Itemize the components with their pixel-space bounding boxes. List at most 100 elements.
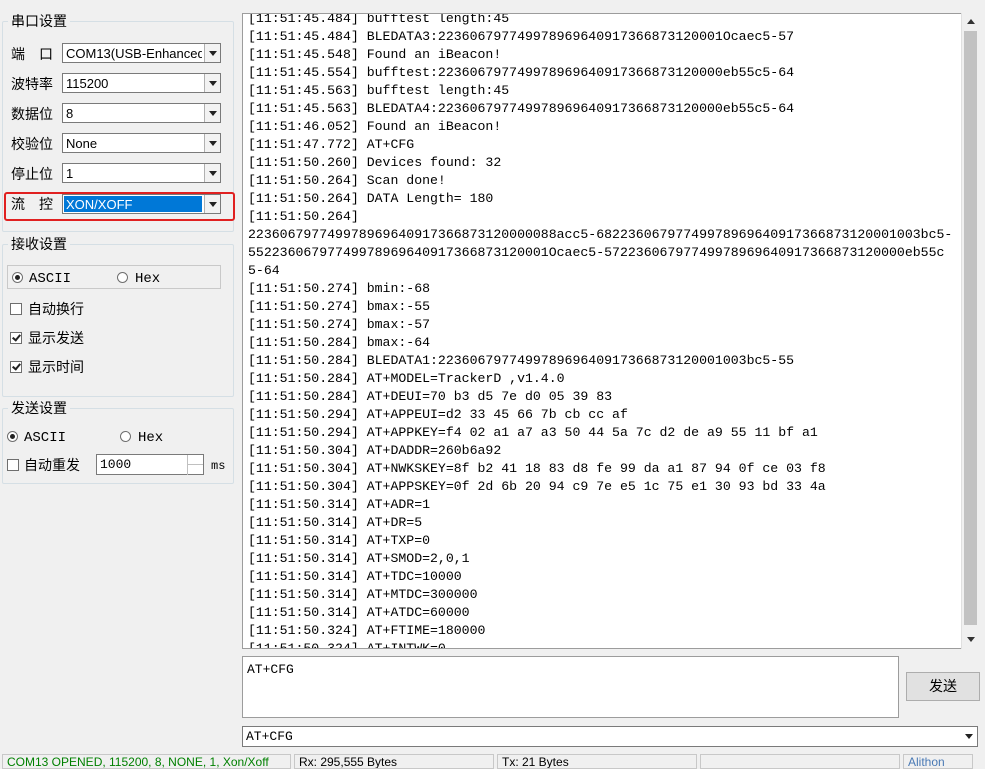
interval-input[interactable]: 1000 (100, 457, 131, 473)
baud-select[interactable]: 115200 (62, 73, 221, 93)
log-line: [11:51:50.314] AT+MTDC=300000 (248, 587, 478, 602)
port-label: 端 口 (11, 46, 53, 62)
log-line: [11:51:50.304] AT+NWKSKEY=8f b2 41 18 83… (248, 461, 826, 476)
receive-log[interactable]: [11:51:45.484] bufftest length:45 [11:51:… (242, 13, 962, 649)
interval-unit: ms (211, 459, 226, 473)
log-line: [11:51:46.052] Found an iBeacon! (248, 119, 502, 134)
history-select[interactable]: AT+CFG (242, 726, 978, 747)
showtime-checkbox[interactable] (10, 361, 22, 373)
port-select[interactable]: COM13(USB-Enhanced (62, 43, 221, 63)
log-line: [11:51:45.563] bufftest length:45 (248, 83, 510, 98)
log-line: [11:51:50.314] AT+TDC=10000 (248, 569, 462, 584)
flow-select-value: XON/XOFF (64, 196, 202, 212)
databits-select-value: 8 (66, 106, 74, 121)
send-ascii-radio[interactable] (7, 431, 18, 442)
showtime-label[interactable]: 显示时间 (28, 359, 84, 375)
log-line: [11:51:50.274] bmax:-55 (248, 299, 431, 314)
chevron-down-icon[interactable] (204, 74, 220, 92)
spin-up-icon[interactable] (187, 455, 203, 464)
chevron-down-icon[interactable] (961, 727, 977, 746)
log-line: 223606797749978969640917366873120000088a… (248, 227, 953, 242)
log-line: [11:51:45.563] BLEDATA4:2236067977499789… (248, 101, 795, 116)
log-line: 5-64 (248, 263, 280, 278)
chevron-down-icon[interactable] (204, 44, 220, 62)
serial-settings-title: 串口设置 (8, 13, 70, 29)
databits-label: 数据位 (11, 106, 53, 122)
receive-hex-radio[interactable] (117, 272, 128, 283)
log-line: [11:51:50.314] AT+DR=5 (248, 515, 423, 530)
showsend-label[interactable]: 显示发送 (28, 330, 84, 346)
log-line: [11:51:50.264] (248, 209, 359, 224)
log-line: [11:51:45.554] bufftest:2236067977499789… (248, 65, 795, 80)
send-button[interactable]: 发送 (906, 672, 980, 701)
scroll-up-icon[interactable] (962, 13, 979, 30)
send-hex-label[interactable]: Hex (138, 430, 163, 446)
baud-label: 波特率 (11, 76, 53, 92)
chevron-down-icon[interactable] (204, 104, 220, 122)
log-line: [11:51:50.324] AT+FTIME=180000 (248, 623, 486, 638)
scroll-down-icon[interactable] (962, 631, 979, 648)
send-ascii-label[interactable]: ASCII (24, 430, 66, 446)
log-line: [11:51:50.314] AT+SMOD=2,0,1 (248, 551, 470, 566)
log-line: [11:51:50.304] AT+APPSKEY=0f 2d 6b 20 94… (248, 479, 826, 494)
log-line: [11:51:50.284] AT+MODEL=TrackerD ,v1.4.0 (248, 371, 565, 386)
log-line: [11:51:45.484] bufftest length:45 (248, 13, 510, 26)
send-input[interactable]: AT+CFG (242, 656, 899, 718)
flow-select[interactable]: XON/XOFF (62, 194, 221, 214)
log-line: [11:51:50.284] BLEDATA1:2236067977499789… (248, 353, 795, 368)
log-scrollbar[interactable] (961, 13, 979, 649)
log-line: [11:51:50.264] Scan done! (248, 173, 446, 188)
log-line: [11:51:50.294] AT+APPKEY=f4 02 a1 a7 a3 … (248, 425, 818, 440)
log-line: [11:51:47.772] AT+CFG (248, 137, 415, 152)
autoresend-checkbox[interactable] (7, 459, 19, 471)
autowrap-checkbox[interactable] (10, 303, 22, 315)
log-line: [11:51:50.314] AT+ATDC=60000 (248, 605, 470, 620)
log-line: 55223606797749978969640917366873120001Oc… (248, 245, 945, 260)
log-line: [11:51:45.548] Found an iBeacon! (248, 47, 502, 62)
log-line: [11:51:50.260] Devices found: 32 (248, 155, 502, 170)
spin-down-icon[interactable] (187, 464, 203, 475)
chevron-down-icon[interactable] (204, 164, 220, 182)
send-hex-radio[interactable] (120, 431, 131, 442)
log-line: [11:51:50.314] AT+ADR=1 (248, 497, 431, 512)
log-line: [11:51:50.294] AT+APPEUI=d2 33 45 66 7b … (248, 407, 628, 422)
log-lines: [11:51:45.484] bufftest length:45 [11:51:… (248, 13, 957, 649)
scroll-thumb[interactable] (964, 31, 977, 625)
log-line: [11:51:50.264] DATA Length= 180 (248, 191, 494, 206)
interval-spinbox[interactable]: 1000 (96, 454, 204, 475)
parity-select[interactable]: None (62, 133, 221, 153)
port-select-value: COM13(USB-Enhanced (66, 46, 202, 61)
status-port: COM13 OPENED, 115200, 8, NONE, 1, Xon/Xo… (2, 754, 291, 769)
log-line: [11:51:50.304] AT+DADDR=260b6a92 (248, 443, 502, 458)
log-line: [11:51:50.284] AT+DEUI=70 b3 d5 7e d0 05… (248, 389, 613, 404)
receive-settings-title: 接收设置 (8, 236, 70, 252)
log-line: [11:51:45.484] BLEDATA3:2236067977499789… (248, 29, 795, 44)
databits-select[interactable]: 8 (62, 103, 221, 123)
status-brand: Alithon (903, 754, 973, 769)
autoresend-label[interactable]: 自动重发 (24, 457, 80, 473)
parity-select-value: None (66, 136, 98, 151)
stopbits-label: 停止位 (11, 166, 53, 182)
log-line: [11:51:50.314] AT+TXP=0 (248, 533, 431, 548)
status-tx: Tx: 21 Bytes (497, 754, 697, 769)
status-blank (700, 754, 900, 769)
autowrap-label[interactable]: 自动换行 (28, 301, 84, 317)
log-line: [11:51:50.324] AT+INTWK=0 (248, 641, 446, 649)
parity-label: 校验位 (11, 136, 53, 152)
send-input-text: AT+CFG (247, 662, 294, 677)
send-settings-title: 发送设置 (8, 400, 70, 416)
status-rx: Rx: 295,555 Bytes (294, 754, 494, 769)
chevron-down-icon[interactable] (204, 134, 220, 152)
send-button-label: 发送 (929, 678, 957, 694)
receive-hex-label[interactable]: Hex (135, 271, 160, 287)
receive-ascii-radio[interactable] (12, 272, 23, 283)
flow-label: 流 控 (11, 196, 53, 212)
chevron-down-icon[interactable] (204, 195, 220, 213)
stopbits-select-value: 1 (66, 166, 74, 181)
stopbits-select[interactable]: 1 (62, 163, 221, 183)
showsend-checkbox[interactable] (10, 332, 22, 344)
log-line: [11:51:50.284] bmax:-64 (248, 335, 431, 350)
receive-ascii-label[interactable]: ASCII (29, 271, 71, 287)
log-line: [11:51:50.274] bmax:-57 (248, 317, 431, 332)
baud-select-value: 115200 (66, 76, 109, 91)
